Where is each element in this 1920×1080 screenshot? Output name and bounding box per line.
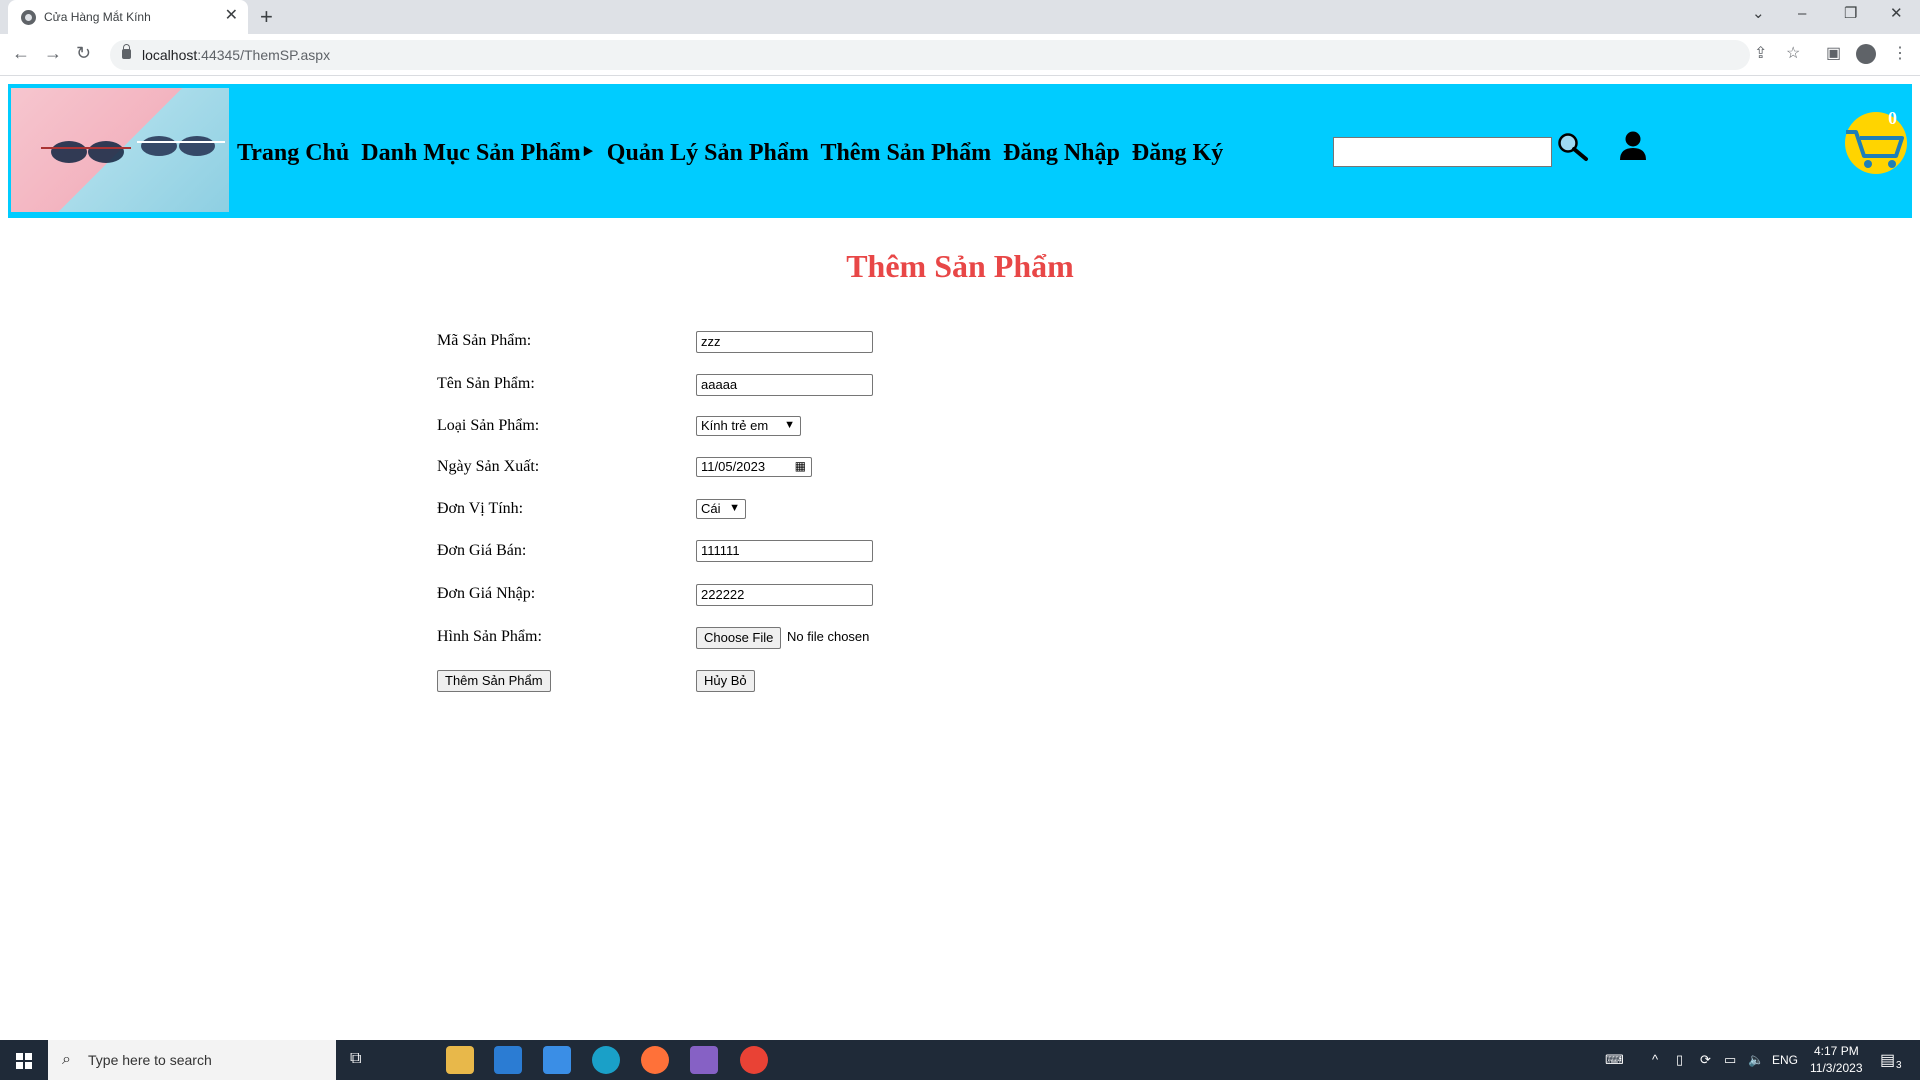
globe-icon <box>21 10 36 25</box>
nav-home[interactable]: Trang Chủ <box>237 140 349 166</box>
bookmark-star-icon[interactable]: ☆ <box>1786 44 1800 64</box>
reload-icon[interactable]: ↻ <box>76 43 91 63</box>
nav-login[interactable]: Đăng Nhập <box>1003 140 1120 166</box>
restore-icon[interactable]: ❐ <box>1844 5 1857 23</box>
cart-count-badge: 0 <box>1888 108 1897 128</box>
product-code-input[interactable]: zzz <box>696 331 873 353</box>
product-type-value: Kính trẻ em <box>701 418 769 433</box>
address-bar[interactable]: localhost:44345/ThemSP.aspx <box>110 40 1750 70</box>
notification-count: 3 <box>1896 1060 1902 1071</box>
manufacture-date-input[interactable]: 11/05/2023 ▦ <box>696 457 812 477</box>
chevron-down-icon: ▼ <box>784 419 795 431</box>
visual-studio-icon[interactable] <box>690 1046 718 1074</box>
sell-price-input[interactable]: 111111 <box>696 540 873 562</box>
site-search-input[interactable] <box>1333 137 1552 167</box>
task-view-icon[interactable]: ⧉ <box>350 1050 361 1068</box>
nav-manage-products[interactable]: Quản Lý Sản Phẩm <box>607 140 809 166</box>
clock-date[interactable]: 11/3/2023 <box>1810 1061 1863 1075</box>
label-sell-price: Đơn Giá Bán: <box>437 542 527 559</box>
tab-title: Cửa Hàng Mắt Kính <box>44 10 151 24</box>
back-icon[interactable]: ← <box>12 43 30 63</box>
taskbar-search-placeholder: Type here to search <box>88 1052 212 1068</box>
windows-start-icon[interactable] <box>16 1053 32 1069</box>
volume-icon[interactable]: 🔈 <box>1748 1052 1764 1068</box>
firefox-icon[interactable] <box>641 1046 669 1074</box>
browser-toolbar: ← → ↻ localhost:44345/ThemSP.aspx ⇪ ☆ ▣ … <box>0 34 1920 76</box>
clock-time[interactable]: 4:17 PM <box>1814 1044 1859 1058</box>
label-product-image: Hình Sản Phẩm: <box>437 628 542 645</box>
cancel-button[interactable]: Hủy Bỏ <box>696 670 755 692</box>
user-icon[interactable] <box>1618 130 1648 162</box>
close-tab-icon[interactable]: ✕ <box>225 7 238 25</box>
side-panel-icon[interactable]: ▣ <box>1826 44 1841 64</box>
network-icon[interactable]: ▭ <box>1724 1052 1736 1068</box>
chrome-icon[interactable] <box>740 1046 768 1074</box>
url-text: localhost:44345/ThemSP.aspx <box>142 47 331 63</box>
lock-icon <box>122 44 131 59</box>
minimize-icon[interactable]: – <box>1798 5 1806 23</box>
forward-icon[interactable]: → <box>44 43 62 63</box>
calendar-icon[interactable]: ▦ <box>795 458 806 474</box>
file-explorer-icon[interactable] <box>446 1046 474 1074</box>
choose-file-button[interactable]: Choose File <box>696 627 782 649</box>
store-icon[interactable] <box>494 1046 522 1074</box>
manufacture-date-value: 11/05/2023 <box>701 459 766 474</box>
label-product-type: Loại Sản Phẩm: <box>437 417 540 434</box>
notification-icon[interactable]: ▤ <box>1880 1050 1895 1070</box>
product-type-select[interactable]: Kính trẻ em ▼ <box>696 416 801 436</box>
unit-select[interactable]: Cái ▼ <box>696 499 746 519</box>
site-header: Trang Chủ Danh Mục Sản Phẩm‣ Quản Lý Sản… <box>8 84 1912 218</box>
add-product-button[interactable]: Thêm Sản Phẩm <box>437 670 551 692</box>
new-tab-icon[interactable]: + <box>260 4 273 30</box>
chevron-down-icon: ▼ <box>729 502 740 514</box>
label-manufacture-date: Ngày Sản Xuất: <box>437 458 540 475</box>
label-product-name: Tên Sản Phẩm: <box>437 375 535 392</box>
share-icon[interactable]: ⇪ <box>1754 44 1767 64</box>
label-import-price: Đơn Giá Nhập: <box>437 585 536 602</box>
unit-value: Cái <box>701 501 721 516</box>
mail-icon[interactable] <box>543 1046 571 1074</box>
search-icon[interactable] <box>1556 132 1590 162</box>
show-hidden-icons-icon[interactable]: ^ <box>1652 1052 1658 1067</box>
browser-tabstrip: Cửa Hàng Mắt Kính ✕ + ⌄ – ❐ ✕ <box>0 0 1920 34</box>
label-unit: Đơn Vị Tính: <box>437 500 524 517</box>
nav-categories[interactable]: Danh Mục Sản Phẩm‣ <box>361 140 595 166</box>
taskbar-search-box[interactable]: ⌕ Type here to search <box>48 1040 336 1080</box>
profile-avatar[interactable] <box>1856 44 1876 64</box>
close-window-icon[interactable]: ✕ <box>1890 5 1903 23</box>
language-indicator[interactable]: ENG <box>1772 1053 1798 1067</box>
update-icon[interactable]: ⟳ <box>1700 1052 1711 1068</box>
browser-tab[interactable]: Cửa Hàng Mắt Kính ✕ <box>8 0 248 34</box>
no-file-text: No file chosen <box>787 629 870 644</box>
nav-add-product[interactable]: Thêm Sản Phẩm <box>820 140 991 166</box>
page-title: Thêm Sản Phẩm <box>846 248 1074 284</box>
battery-icon[interactable]: ▯ <box>1676 1052 1683 1068</box>
import-price-input[interactable]: 222222 <box>696 584 873 606</box>
taskbar: ⌕ Type here to search ⧉ ⌨ ^ ▯ ⟳ ▭ 🔈 ENG … <box>0 1040 1920 1080</box>
keyboard-icon[interactable]: ⌨ <box>1605 1052 1624 1068</box>
tab-search-icon[interactable]: ⌄ <box>1752 5 1765 23</box>
main-nav: Trang Chủ Danh Mục Sản Phẩm‣ Quản Lý Sản… <box>237 138 1229 167</box>
label-product-code: Mã Sản Phẩm: <box>437 332 532 349</box>
logo-sunglasses[interactable] <box>11 88 229 212</box>
cart-icon[interactable] <box>1840 112 1912 174</box>
search-icon: ⌕ <box>62 1051 71 1068</box>
menu-icon[interactable]: ⋮ <box>1892 44 1908 64</box>
product-name-input[interactable]: aaaaa <box>696 374 873 396</box>
nav-register[interactable]: Đăng Ký <box>1132 140 1223 166</box>
edge-icon[interactable] <box>592 1046 620 1074</box>
